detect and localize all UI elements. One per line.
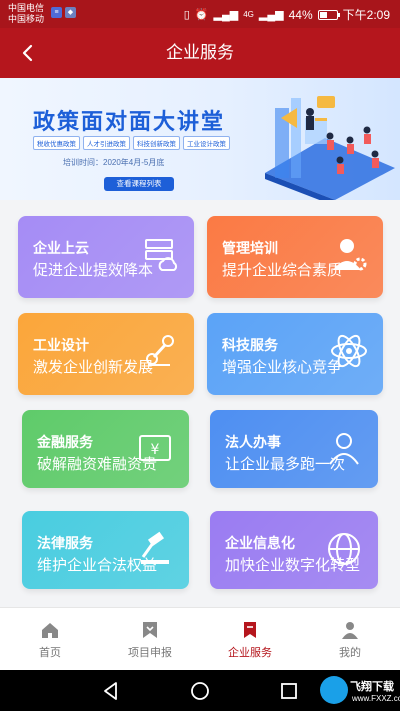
card-title: 工业设计 xyxy=(33,337,89,353)
card-subtitle: 激发企业创新发展 xyxy=(33,359,154,376)
app-header: 企业服务 xyxy=(0,28,400,78)
nav-item-home[interactable]: 首页 xyxy=(0,608,100,670)
card-subtitle: 促进企业提效降本 xyxy=(33,262,154,279)
watermark: 飞翔下载 www.FXXZ.com xyxy=(318,674,400,708)
service-card-it[interactable]: 企业信息化 加快企业数字化转型 xyxy=(210,511,378,589)
carrier-2: 中国移动 xyxy=(8,14,45,24)
service-card-design[interactable]: 工业设计 激发企业创新发展 xyxy=(18,313,194,395)
system-nav-bar: 飞翔下载 www.FXXZ.com xyxy=(0,670,400,711)
watermark-name: 飞翔下载 xyxy=(350,681,394,693)
service-bookmark-icon xyxy=(244,622,256,638)
square-recents-icon xyxy=(281,683,297,699)
nav-item-projects[interactable]: 项目申报 xyxy=(100,608,200,670)
home-icon xyxy=(42,623,58,638)
carrier-info: 中国电信 中国移动 xyxy=(8,3,44,25)
watermark-logo-icon xyxy=(320,676,348,704)
battery-percent: 44% xyxy=(288,7,313,22)
nav-label: 项目申报 xyxy=(128,647,172,659)
battery-icon xyxy=(317,9,340,20)
atom-icon xyxy=(329,331,369,371)
clock: 下午2:09 xyxy=(342,8,390,22)
banner-tag: 科技创新政策 xyxy=(133,136,180,150)
card-title: 法人办事 xyxy=(225,434,281,450)
status-bar: 中国电信 中国移动 ≡ ◆ ▯ ⏰ ▂▄▆ 4G ▂▄▆ 44% 下午2:09 xyxy=(0,0,400,28)
signal-4g-icon: 4G xyxy=(243,10,254,19)
circle-home-icon xyxy=(191,682,209,700)
robot-arm-icon xyxy=(140,331,180,371)
lecture-illustration xyxy=(265,96,395,200)
profile-icon xyxy=(342,622,358,639)
promo-banner[interactable]: 政策面对面大讲堂 税收优惠政策 人才引进政策 科技创新政策 工业设计政策 培训时… xyxy=(0,78,400,200)
nav-label: 企业服务 xyxy=(228,647,272,659)
nav-item-profile[interactable]: 我的 xyxy=(300,608,400,670)
alarm-icon: ⏰ xyxy=(194,9,209,21)
banner-tag: 人才引进政策 xyxy=(83,136,130,150)
money-icon: ¥ xyxy=(135,428,175,468)
vibrate-icon: ▯ xyxy=(183,9,190,21)
svg-text:¥: ¥ xyxy=(151,442,160,458)
wifi-signal-icon: ▂▄▆ xyxy=(213,9,239,21)
card-title: 法律服务 xyxy=(37,535,93,551)
battery-fill xyxy=(319,11,327,18)
banner-tags: 税收优惠政策 人才引进政策 科技创新政策 工业设计政策 xyxy=(33,136,230,150)
banner-title: 政策面对面大讲堂 xyxy=(33,109,226,134)
back-button[interactable] xyxy=(14,38,44,68)
chevron-left-icon xyxy=(22,44,33,62)
triangle-back-icon xyxy=(104,682,117,700)
view-course-list-button[interactable]: 查看课程列表 xyxy=(104,177,174,191)
service-card-finance[interactable]: 金融服务 破解融资难融资贵 ¥ xyxy=(22,410,189,488)
system-back-button[interactable] xyxy=(100,680,122,702)
gavel-icon xyxy=(135,529,175,569)
system-recents-button[interactable] xyxy=(278,680,300,702)
banner-tag: 工业设计政策 xyxy=(183,136,230,150)
system-home-button[interactable] xyxy=(189,680,211,702)
carrier-1: 中国电信 xyxy=(8,3,45,13)
card-subtitle: 提升企业综合素质 xyxy=(222,262,343,279)
cell-signal-icon: ▂▄▆ xyxy=(258,9,284,21)
service-card-legal-person[interactable]: 法人办事 让企业最多跑一次 xyxy=(210,410,378,488)
card-title: 企业上云 xyxy=(33,240,89,256)
service-card-cloud[interactable]: 企业上云 促进企业提效降本 xyxy=(18,216,194,298)
card-title: 企业信息化 xyxy=(225,535,295,551)
manager-gear-icon xyxy=(329,234,369,274)
service-card-training[interactable]: 管理培训 提升企业综合素质 xyxy=(207,216,383,298)
card-subtitle: 增强企业核心竞争 xyxy=(222,359,343,376)
globe-icon xyxy=(324,529,364,569)
service-card-law[interactable]: 法律服务 维护企业合法权益 xyxy=(22,511,189,589)
page-title: 企业服务 xyxy=(166,43,234,62)
nav-item-services[interactable]: 企业服务 xyxy=(200,608,300,670)
watermark-url: www.FXXZ.com xyxy=(352,694,400,703)
service-card-tech[interactable]: 科技服务 增强企业核心竞争 xyxy=(207,313,383,395)
server-icon xyxy=(140,234,180,274)
banner-date: 培训时间：2020年4月-5月底 xyxy=(63,158,165,167)
card-title: 科技服务 xyxy=(222,337,278,353)
bottom-nav: 首页 项目申报 企业服务 我的 xyxy=(0,607,400,670)
card-title: 管理培训 xyxy=(222,240,278,256)
notification-icons: ≡ ◆ xyxy=(51,7,76,18)
nav-label: 首页 xyxy=(39,647,61,659)
person-icon xyxy=(324,428,364,468)
card-title: 金融服务 xyxy=(37,434,93,450)
nav-label: 我的 xyxy=(339,647,361,659)
shield-notification-icon: ◆ xyxy=(65,7,76,18)
bookmark-icon xyxy=(143,622,157,638)
banner-tag: 税收优惠政策 xyxy=(33,136,80,150)
app-notification-icon: ≡ xyxy=(51,7,62,18)
status-right: ▯ ⏰ ▂▄▆ 4G ▂▄▆ 44% 下午2:09 xyxy=(184,6,390,23)
